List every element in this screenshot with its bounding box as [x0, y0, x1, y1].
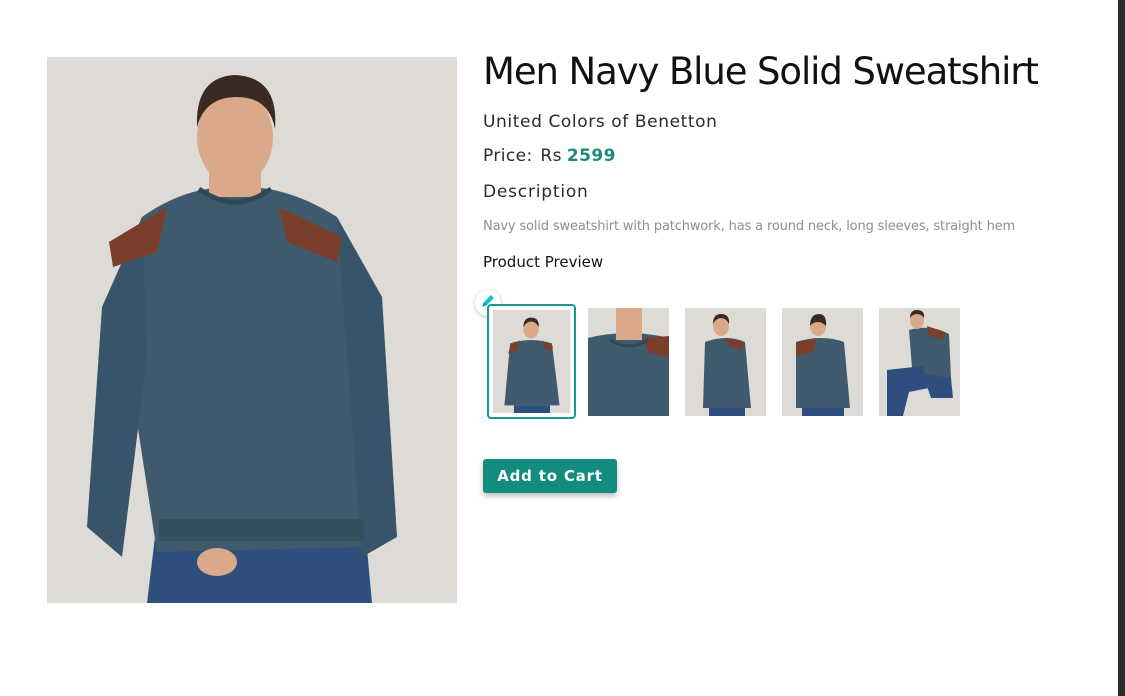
description-text: Navy solid sweatshirt with patchwork, ha… [483, 219, 1016, 234]
price-row: Price: Rs 2599 [483, 146, 1083, 166]
thumbnail-seated[interactable] [879, 308, 960, 416]
thumbnail-neck-closeup[interactable] [588, 308, 669, 416]
description-heading: Description [483, 182, 589, 202]
product-brand: United Colors of Benetton [483, 112, 718, 132]
product-preview-heading: Product Preview [483, 253, 604, 271]
price-label: Price: [483, 146, 533, 166]
price-currency: Rs [540, 146, 562, 166]
window-edge [1118, 0, 1125, 696]
product-title: Men Navy Blue Solid Sweatshirt [483, 50, 1039, 93]
thumbnail-side[interactable] [685, 308, 766, 416]
product-details: Men Navy Blue Solid Sweatshirt United Co… [483, 50, 1083, 271]
add-to-cart-button[interactable]: Add to Cart [483, 459, 617, 493]
thumbnail-back[interactable] [782, 308, 863, 416]
thumbnail-front[interactable] [487, 304, 576, 419]
price-amount: 2599 [566, 146, 616, 166]
product-main-image [47, 57, 457, 603]
